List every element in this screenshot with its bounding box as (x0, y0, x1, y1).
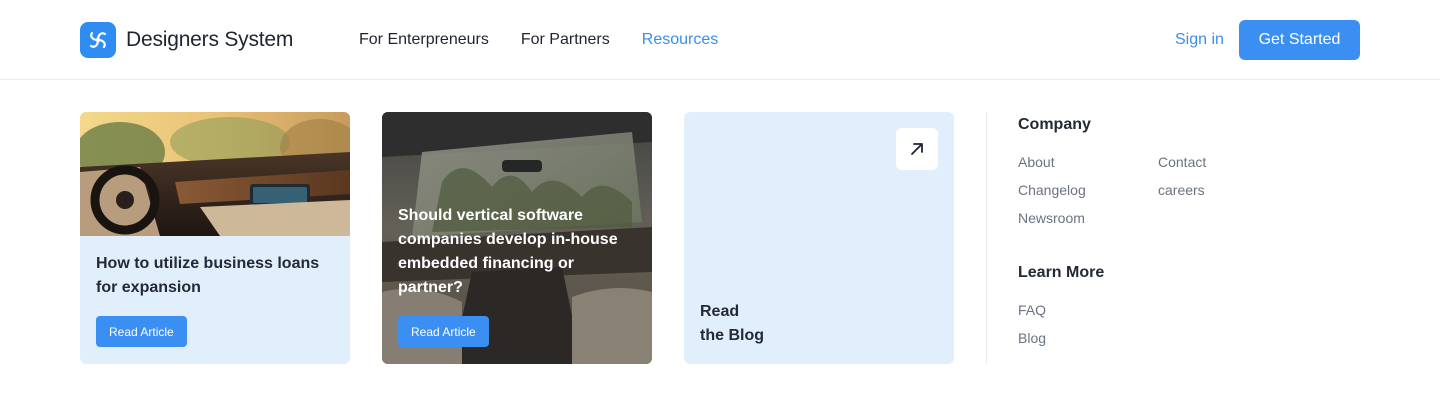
get-started-button[interactable]: Get Started (1239, 20, 1360, 60)
sign-in-link[interactable]: Sign in (1175, 31, 1224, 49)
read-article-button[interactable]: Read Article (398, 316, 489, 347)
newsroom-link[interactable]: Newsroom (1018, 210, 1085, 226)
brand-name: Designers System (126, 28, 294, 51)
article-card-embedded-financing[interactable]: Should vertical software companies devel… (382, 112, 652, 364)
read-article-button[interactable]: Read Article (96, 316, 187, 347)
nav-item-resources[interactable]: Resources (642, 31, 718, 49)
vertical-divider (986, 112, 987, 364)
faq-link[interactable]: FAQ (1018, 302, 1046, 318)
nav-item-enterpreneurs[interactable]: For Enterpreneurs (359, 31, 489, 49)
changelog-link[interactable]: Changelog (1018, 182, 1086, 198)
brand-logo-link[interactable]: Designers System (80, 22, 293, 58)
blog-link[interactable]: Blog (1018, 330, 1046, 346)
card-title: Should vertical software companies devel… (398, 207, 618, 296)
contact-link[interactable]: Contact (1158, 154, 1206, 170)
blog-card-title: Read the Blog (700, 303, 764, 344)
arrow-up-right-icon[interactable] (896, 128, 938, 170)
read-the-blog-card[interactable]: Read the Blog (684, 112, 954, 364)
top-header: Designers System For Enterpreneurs For P… (0, 0, 1440, 80)
company-heading: Company (1018, 116, 1091, 133)
nav-item-partners[interactable]: For Partners (521, 31, 610, 49)
careers-link[interactable]: careers (1158, 182, 1205, 198)
card-title: How to utilize business loans for expans… (96, 255, 320, 296)
article-card-business-loans[interactable]: How to utilize business loans for expans… (80, 112, 350, 364)
swirl-logo-icon (80, 22, 116, 58)
main-nav: For Enterpreneurs For Partners Resources (359, 31, 750, 49)
car-interior-dashboard-photo (80, 112, 350, 236)
learn-more-heading: Learn More (1018, 264, 1105, 281)
about-link[interactable]: About (1018, 154, 1055, 170)
